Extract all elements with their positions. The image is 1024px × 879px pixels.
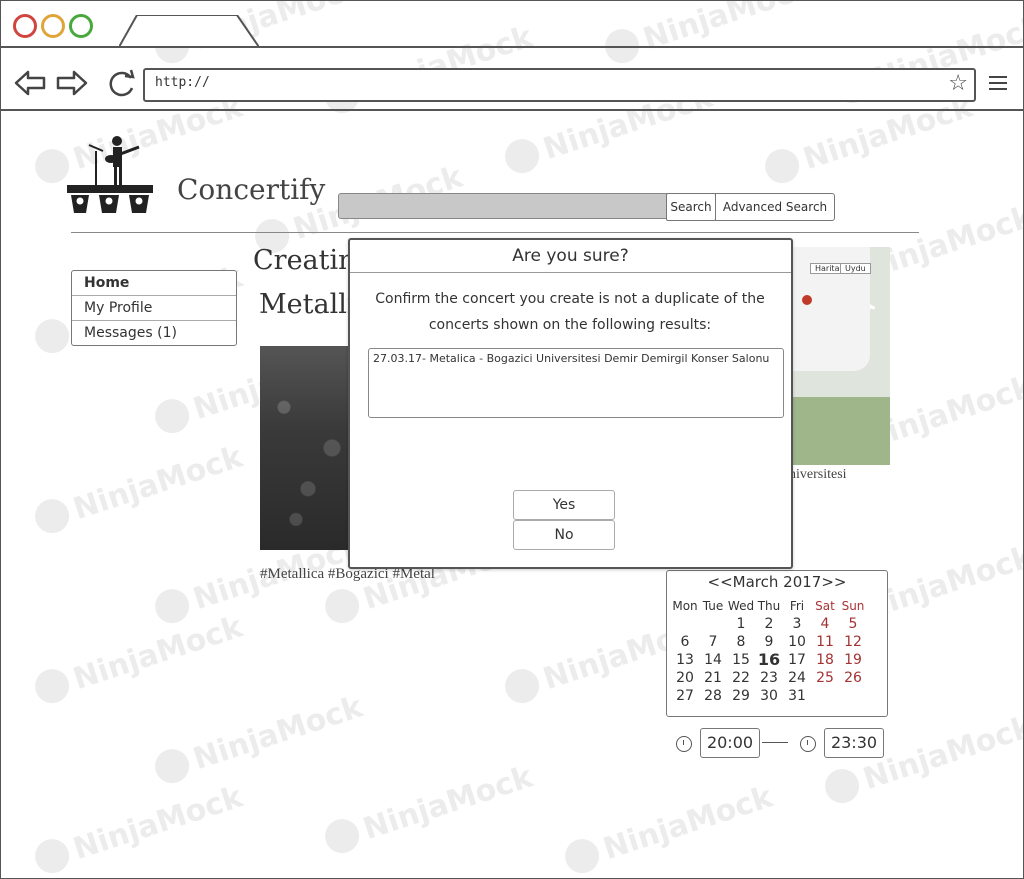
calendar-day[interactable]: 4 <box>811 615 839 633</box>
calendar-empty-cell <box>811 687 839 705</box>
calendar-day[interactable]: 1 <box>727 615 755 633</box>
yes-button[interactable]: Yes <box>513 490 615 520</box>
calendar-month-title[interactable]: <<March 2017>> <box>667 573 887 591</box>
time-range-dash <box>762 742 788 743</box>
time-range: 20:00 23:30 <box>676 728 886 758</box>
calendar-day[interactable]: 12 <box>839 633 867 651</box>
dialog-message: Confirm the concert you create is not a … <box>375 291 765 333</box>
calendar-day[interactable]: 28 <box>699 687 727 705</box>
browser-window: NinjaMock NinjaMock NinjaMock NinjaMock … <box>0 0 1024 879</box>
calendar-day[interactable]: 30 <box>755 687 783 705</box>
calendar-day[interactable]: 11 <box>811 633 839 651</box>
sidebar-nav: Home My Profile Messages (1) <box>71 270 237 346</box>
calendar-day[interactable]: 8 <box>727 633 755 651</box>
address-bar[interactable]: http:// ☆ <box>143 68 976 102</box>
dialog-title: Are you sure? <box>350 240 791 273</box>
page-heading: Creatin <box>253 245 356 276</box>
calendar-day[interactable]: 6 <box>671 633 699 651</box>
calendar-day[interactable]: 5 <box>839 615 867 633</box>
calendar-day[interactable]: 31 <box>783 687 811 705</box>
calendar-day[interactable]: 14 <box>699 651 727 669</box>
calendar-day[interactable]: 10 <box>783 633 811 651</box>
search-input[interactable] <box>338 193 668 219</box>
calendar-weekday: Tue <box>702 599 724 613</box>
calendar-day[interactable]: 17 <box>783 651 811 669</box>
calendar-empty-cell <box>699 615 727 633</box>
forward-arrow-icon[interactable] <box>56 69 88 101</box>
hamburger-menu-icon[interactable] <box>989 76 1007 94</box>
calendar-day[interactable]: 15 <box>727 651 755 669</box>
calendar-day[interactable]: 24 <box>783 669 811 687</box>
calendar-day[interactable]: 9 <box>755 633 783 651</box>
calendar-weekday: Sat <box>815 599 835 613</box>
calendar-day[interactable]: 16 <box>755 651 783 669</box>
calendar-day[interactable]: 20 <box>671 669 699 687</box>
venue-caption: niversitesi <box>789 467 847 482</box>
satellite-type-button[interactable]: Uydu <box>840 263 871 274</box>
end-time-input[interactable]: 23:30 <box>824 728 884 758</box>
calendar-day[interactable]: 7 <box>699 633 727 651</box>
calendar-weekday: Fri <box>789 599 805 613</box>
maximize-window-button[interactable] <box>69 14 93 38</box>
calendar-day[interactable]: 19 <box>839 651 867 669</box>
clock-icon <box>676 736 692 752</box>
calendar-day[interactable]: 13 <box>671 651 699 669</box>
calendar-weekday: Sun <box>841 599 865 613</box>
sidebar-item-my-profile[interactable]: My Profile <box>72 296 236 321</box>
calendar-day[interactable]: 29 <box>727 687 755 705</box>
calendar-day[interactable]: 26 <box>839 669 867 687</box>
app-title: Concertify <box>177 173 326 206</box>
calendar-weekday: Thu <box>757 599 781 613</box>
sidebar-item-home[interactable]: Home <box>72 271 236 296</box>
bookmark-star-icon[interactable]: ☆ <box>948 72 968 96</box>
browser-chrome: http:// ☆ <box>1 1 1023 111</box>
venue-map[interactable]: Harita Uydu <box>789 247 890 465</box>
calendar-day[interactable]: 22 <box>727 669 755 687</box>
calendar-day[interactable]: 25 <box>811 669 839 687</box>
calendar-weekday: Mon <box>672 599 698 613</box>
calendar-day[interactable]: 2 <box>755 615 783 633</box>
reload-icon[interactable] <box>105 68 137 104</box>
map-pin-icon <box>802 295 812 305</box>
search-button[interactable]: Search <box>666 193 716 221</box>
calendar-day[interactable]: 3 <box>783 615 811 633</box>
calendar-day[interactable]: 27 <box>671 687 699 705</box>
calendar-empty-cell <box>839 687 867 705</box>
minimize-window-button[interactable] <box>41 14 65 38</box>
calendar-day[interactable]: 21 <box>699 669 727 687</box>
sidebar-item-messages[interactable]: Messages (1) <box>72 321 236 345</box>
calendar-day[interactable]: 23 <box>755 669 783 687</box>
url-text: http:// <box>155 75 210 90</box>
header-divider <box>71 232 919 233</box>
duplicate-results-list[interactable]: 27.03.17- Metalica - Bogazici Universite… <box>368 348 784 418</box>
no-button[interactable]: No <box>513 520 615 550</box>
advanced-search-button[interactable]: Advanced Search <box>715 193 835 221</box>
concert-logo-icon <box>67 133 153 219</box>
duplicate-result-item[interactable]: 27.03.17- Metalica - Bogazici Universite… <box>373 352 769 365</box>
browser-tab[interactable] <box>119 15 259 47</box>
back-arrow-icon[interactable] <box>14 69 46 101</box>
close-window-button[interactable] <box>13 14 37 38</box>
calendar-weekday: Wed <box>727 599 755 613</box>
confirm-duplicate-dialog: Are you sure? Confirm the concert you cr… <box>348 238 793 569</box>
date-picker-calendar[interactable]: <<March 2017>> Mon Tue Wed Thu Fri Sat Sun 1 2 3 4… <box>666 570 888 717</box>
calendar-day[interactable]: 18 <box>811 651 839 669</box>
calendar-empty-cell <box>671 615 699 633</box>
start-time-input[interactable]: 20:00 <box>700 728 760 758</box>
clock-icon <box>800 736 816 752</box>
calendar-grid: Mon Tue Wed Thu Fri Sat Sun 1 2 3 4 5 6 7 8 9 10 11 12 13 14… <box>671 597 881 705</box>
